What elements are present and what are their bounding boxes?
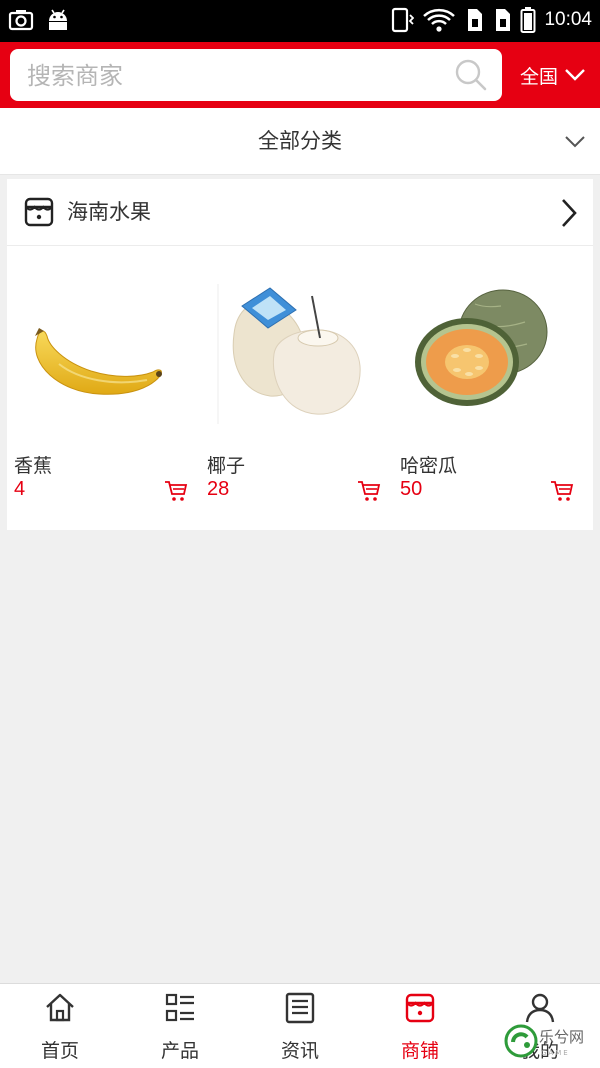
cart-icon[interactable] bbox=[550, 480, 574, 502]
cart-icon[interactable] bbox=[357, 480, 381, 502]
region-selector[interactable]: 全国 bbox=[520, 42, 586, 108]
search-box[interactable] bbox=[10, 49, 502, 103]
list-icon bbox=[165, 993, 194, 1022]
tab-products[interactable]: 产品 bbox=[120, 984, 240, 1068]
shop-icon bbox=[405, 993, 435, 1023]
tab-label: 资讯 bbox=[280, 1040, 319, 1062]
chevron-right-icon[interactable] bbox=[559, 197, 579, 229]
region-label: 全国 bbox=[520, 65, 559, 88]
shop-icon bbox=[24, 197, 54, 227]
chevron-down-icon bbox=[565, 69, 585, 81]
shop-header[interactable]: 海南水果 bbox=[7, 179, 593, 246]
watermark-logo: 乐兮网 GAME bbox=[504, 1024, 584, 1058]
search-icon[interactable] bbox=[454, 58, 488, 92]
category-label: 全部分类 bbox=[258, 129, 342, 153]
watermark-text: 乐兮网 bbox=[539, 1028, 584, 1046]
cart-icon[interactable] bbox=[164, 480, 188, 502]
product-name: 香蕉 bbox=[14, 455, 53, 477]
product-image-coconut[interactable] bbox=[212, 284, 380, 424]
battery-icon bbox=[520, 7, 536, 33]
product-item[interactable]: 椰子 28 bbox=[200, 246, 393, 530]
news-icon bbox=[285, 992, 315, 1024]
product-name: 哈密瓜 bbox=[400, 455, 458, 477]
tab-news[interactable]: 资讯 bbox=[240, 984, 360, 1068]
tab-label: 首页 bbox=[40, 1040, 79, 1062]
home-icon bbox=[46, 993, 74, 1022]
screenshot-icon bbox=[8, 10, 34, 31]
product-price: 28 bbox=[207, 478, 230, 500]
status-time: 10:04 bbox=[544, 9, 592, 30]
tab-label: 产品 bbox=[160, 1040, 199, 1062]
product-price: 4 bbox=[14, 478, 26, 500]
phone-vibrate-icon bbox=[392, 7, 415, 33]
user-icon bbox=[525, 993, 555, 1023]
app-header: 全国 bbox=[0, 42, 600, 108]
search-input[interactable] bbox=[25, 49, 439, 103]
product-price: 50 bbox=[400, 478, 423, 500]
category-filter[interactable]: 全部分类 bbox=[0, 108, 600, 175]
shop-card: 海南水果 香蕉 4 椰子 28 哈密瓜 50 bbox=[7, 179, 593, 530]
product-item[interactable]: 哈密瓜 50 bbox=[393, 246, 586, 530]
product-image-banana[interactable] bbox=[19, 284, 187, 424]
tab-home[interactable]: 首页 bbox=[0, 984, 120, 1068]
android-icon bbox=[49, 9, 67, 30]
tab-shops[interactable]: 商铺 bbox=[360, 984, 480, 1068]
wifi-icon bbox=[423, 8, 456, 32]
status-bar: 10:04 bbox=[0, 0, 600, 42]
product-item[interactable]: 香蕉 4 bbox=[7, 246, 200, 530]
product-grid: 香蕉 4 椰子 28 哈密瓜 50 bbox=[7, 246, 593, 530]
watermark-subtext: GAME bbox=[541, 1049, 570, 1057]
chevron-down-icon bbox=[565, 136, 585, 148]
product-name: 椰子 bbox=[207, 455, 246, 477]
sim1-icon bbox=[468, 9, 483, 31]
shop-name: 海南水果 bbox=[67, 200, 151, 224]
product-image-melon[interactable] bbox=[405, 284, 573, 424]
tab-label: 商铺 bbox=[400, 1040, 439, 1062]
sim2-icon bbox=[496, 9, 511, 31]
